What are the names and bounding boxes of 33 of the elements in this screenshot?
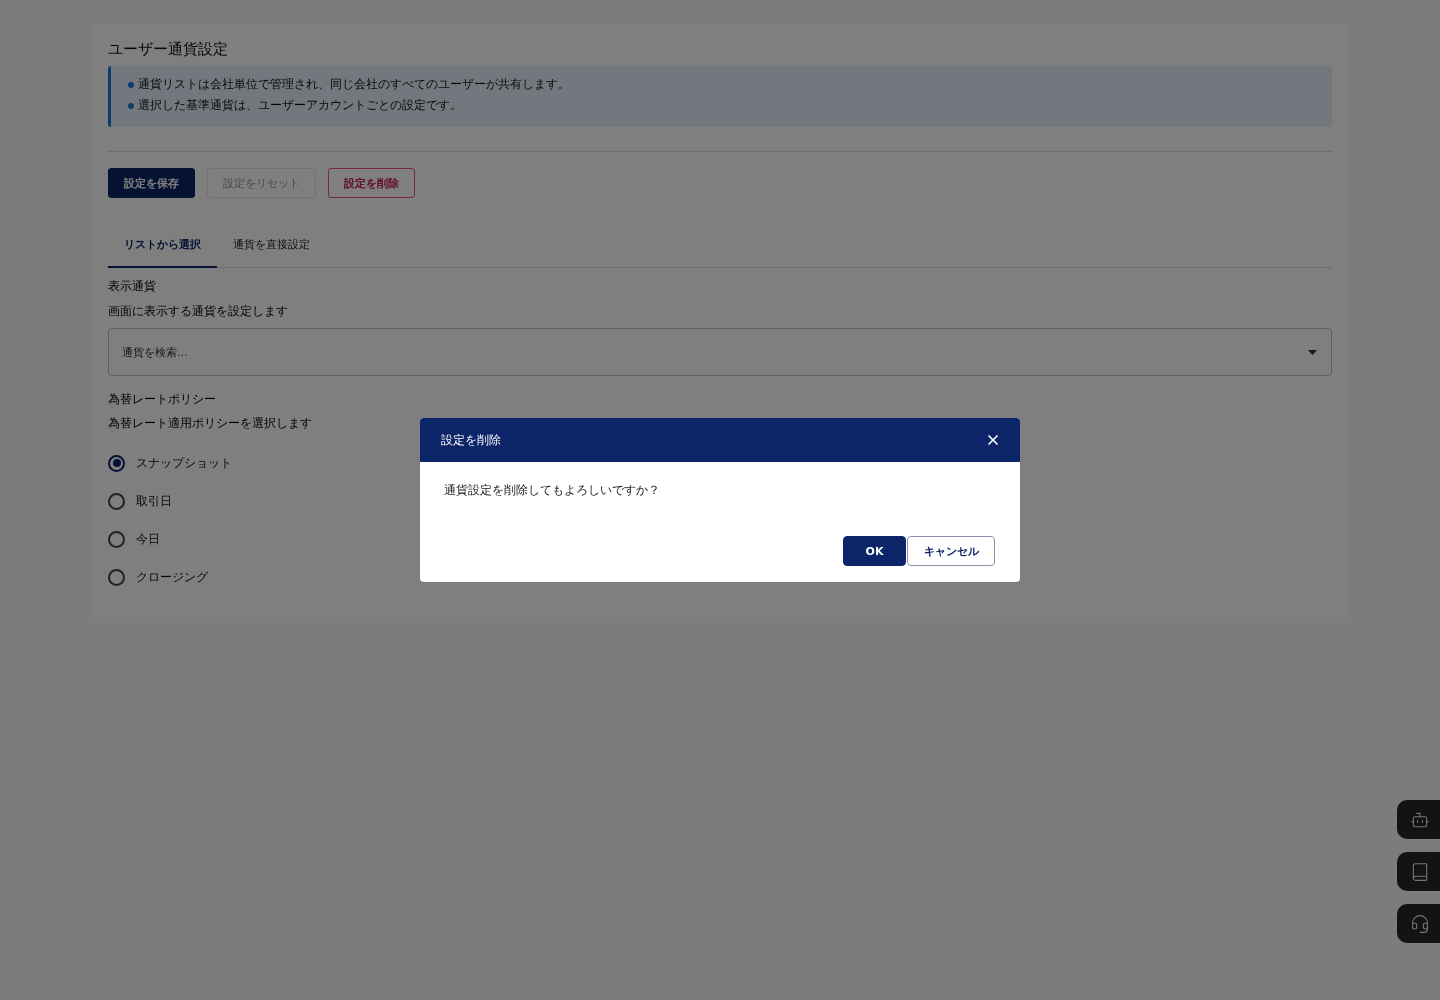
- ok-button[interactable]: OK: [843, 536, 906, 566]
- bullet-icon: [128, 81, 134, 88]
- radio-label[interactable]: 今日: [136, 530, 160, 548]
- info-text: 選択した基準通貨は、ユーザーアカウントごとの設定です。: [138, 97, 462, 114]
- close-icon: [985, 432, 1001, 448]
- radio-label[interactable]: スナップショット: [136, 454, 232, 472]
- robot-button[interactable]: [1397, 800, 1440, 839]
- radio-label[interactable]: 取引日: [136, 492, 172, 510]
- radio-button[interactable]: [108, 568, 125, 586]
- tab[interactable]: 通貨を直接設定: [217, 223, 326, 268]
- book-button[interactable]: [1397, 852, 1440, 891]
- close-button[interactable]: [985, 432, 1001, 448]
- field-label: 為替レートポリシー: [108, 391, 217, 407]
- dialog-message: 通貨設定を削除してもよろしいですか？: [444, 482, 661, 498]
- save-button[interactable]: 設定を保存: [108, 168, 195, 198]
- field-description: 為替レート適用ポリシーを選択します: [108, 415, 313, 431]
- currency-select-field[interactable]: 通貨を検索...: [108, 328, 1332, 376]
- page-title: ユーザー通貨設定: [108, 39, 229, 59]
- headset-icon: [1409, 913, 1430, 934]
- bullet-icon: [128, 102, 134, 109]
- radio-button[interactable]: [108, 492, 125, 510]
- tab[interactable]: リストから選択: [108, 223, 217, 268]
- delete-button[interactable]: 設定を削除: [328, 168, 415, 198]
- field-description: 画面に表示する通貨を設定します: [108, 303, 289, 319]
- radio-label[interactable]: クロージング: [136, 568, 208, 586]
- radio-button[interactable]: [108, 454, 125, 472]
- caret-icon: [1308, 350, 1317, 355]
- cancel-button[interactable]: キャンセル: [907, 536, 995, 566]
- radio-button[interactable]: [108, 530, 125, 548]
- dialog-title: 設定を削除: [441, 431, 501, 449]
- field-label: 表示通貨: [108, 278, 157, 294]
- headset-button[interactable]: [1397, 904, 1440, 943]
- info-text: 通貨リストは会社単位で管理され、同じ会社のすべてのユーザーが共有します。: [138, 76, 570, 93]
